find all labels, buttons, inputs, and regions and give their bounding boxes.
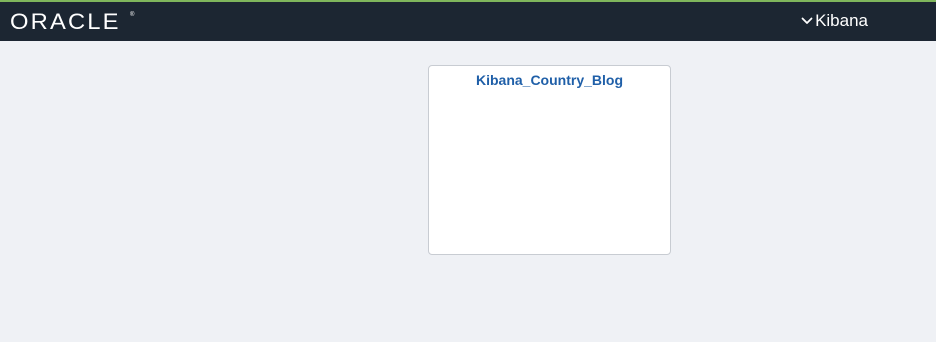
dashboard-tile[interactable]: Kibana_Country_Blog bbox=[428, 65, 671, 255]
chevron-down-icon bbox=[800, 11, 814, 31]
kibana-menu-label: Kibana bbox=[815, 11, 868, 30]
top-header-bar: ORACLE ® Kibana bbox=[0, 0, 936, 41]
kibana-menu-dropdown[interactable]: Kibana bbox=[800, 11, 868, 31]
dashboard-tile-title[interactable]: Kibana_Country_Blog bbox=[429, 71, 670, 89]
registered-mark: ® bbox=[130, 12, 135, 18]
oracle-logo: ORACLE bbox=[10, 9, 121, 34]
